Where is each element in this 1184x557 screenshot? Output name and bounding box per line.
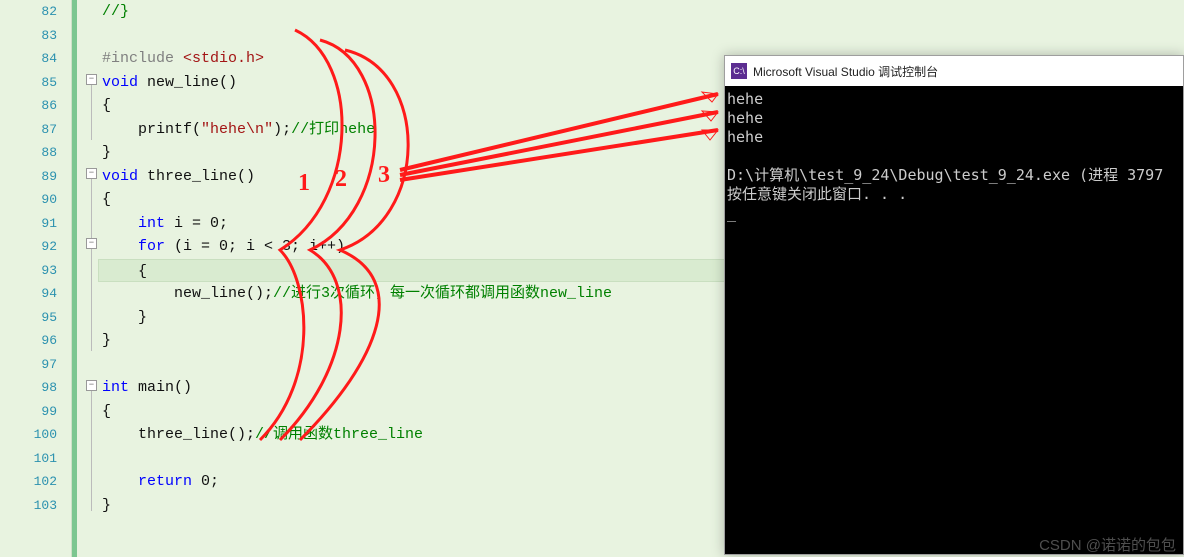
code-text: "hehe	[201, 121, 246, 138]
code-text: (i = 0; i < 3; i++)	[165, 238, 345, 255]
code-text: //进行3次循环，每一次循环都调用函数new_line	[273, 285, 612, 302]
console-icon: C:\	[731, 63, 747, 79]
line-number: 101	[0, 447, 71, 471]
line-number: 100	[0, 423, 71, 447]
line-number: 94	[0, 282, 71, 306]
line-number: 95	[0, 306, 71, 330]
console-title: Microsoft Visual Studio 调试控制台	[753, 63, 938, 80]
line-number: 86	[0, 94, 71, 118]
change-marker	[72, 0, 77, 557]
code-text: }	[102, 497, 111, 514]
code-text: three_line()	[138, 168, 255, 185]
fold-line	[91, 179, 92, 351]
fold-toggle-icon[interactable]	[86, 380, 97, 391]
console-line: 按任意键关闭此窗口. . .	[727, 185, 907, 203]
code-text: {	[102, 191, 111, 208]
code-text: }	[102, 144, 111, 161]
code-text: \n	[246, 121, 264, 138]
console-line: hehe	[727, 109, 763, 127]
code-text: #include	[102, 50, 183, 67]
code-text: <stdio.h>	[183, 50, 264, 67]
code-text: {	[102, 263, 147, 280]
fold-toggle-icon[interactable]	[86, 238, 97, 249]
line-number: 97	[0, 353, 71, 377]
code-text: i = 0;	[165, 215, 228, 232]
console-titlebar[interactable]: C:\ Microsoft Visual Studio 调试控制台	[725, 56, 1183, 86]
code-text: printf(	[102, 121, 201, 138]
console-cursor: _	[727, 204, 736, 222]
line-number-gutter: 82 83 84 85 86 87 88 89 90 91 92 93 94 9…	[0, 0, 72, 557]
line-number: 91	[0, 212, 71, 236]
watermark: CSDN @诺诺的包包	[1039, 534, 1176, 555]
code-text: 0;	[192, 473, 219, 490]
line-number: 99	[0, 400, 71, 424]
line-number: 82	[0, 0, 71, 24]
line-number: 88	[0, 141, 71, 165]
console-line: hehe	[727, 90, 763, 108]
code-text: {	[102, 403, 111, 420]
fold-toggle-icon[interactable]	[86, 74, 97, 85]
line-number: 92	[0, 235, 71, 259]
console-output[interactable]: hehe hehe hehe D:\计算机\test_9_24\Debug\te…	[725, 86, 1183, 227]
code-text: }	[102, 309, 147, 326]
line-number: 83	[0, 24, 71, 48]
code-text: three_line();	[102, 426, 255, 443]
console-line: D:\计算机\test_9_24\Debug\test_9_24.exe (进程…	[727, 166, 1163, 184]
code-text: int	[102, 215, 165, 232]
line-number: 87	[0, 118, 71, 142]
code-text: new_line()	[138, 74, 237, 91]
code-text: main()	[129, 379, 192, 396]
code-text: {	[102, 97, 111, 114]
line-number: 96	[0, 329, 71, 353]
line-number: 84	[0, 47, 71, 71]
fold-line	[91, 391, 92, 511]
code-text: "	[264, 121, 273, 138]
line-number: 103	[0, 494, 71, 518]
line-number: 89	[0, 165, 71, 189]
code-text: void	[102, 168, 138, 185]
code-text: return	[102, 473, 192, 490]
code-text: //}	[102, 3, 129, 20]
code-text: new_line();	[102, 285, 273, 302]
code-text: //调用函数three_line	[255, 426, 423, 443]
line-number: 93	[0, 259, 71, 283]
code-text: int	[102, 379, 129, 396]
fold-toggle-icon[interactable]	[86, 168, 97, 179]
line-number: 98	[0, 376, 71, 400]
fold-line	[91, 85, 92, 140]
console-line: hehe	[727, 128, 763, 146]
code-text: //打印hehe	[291, 121, 375, 138]
code-text: void	[102, 74, 138, 91]
console-window: C:\ Microsoft Visual Studio 调试控制台 hehe h…	[724, 55, 1184, 555]
line-number: 102	[0, 470, 71, 494]
code-text: for	[102, 238, 165, 255]
line-number: 90	[0, 188, 71, 212]
code-text: );	[273, 121, 291, 138]
code-text: }	[102, 332, 111, 349]
line-number: 85	[0, 71, 71, 95]
